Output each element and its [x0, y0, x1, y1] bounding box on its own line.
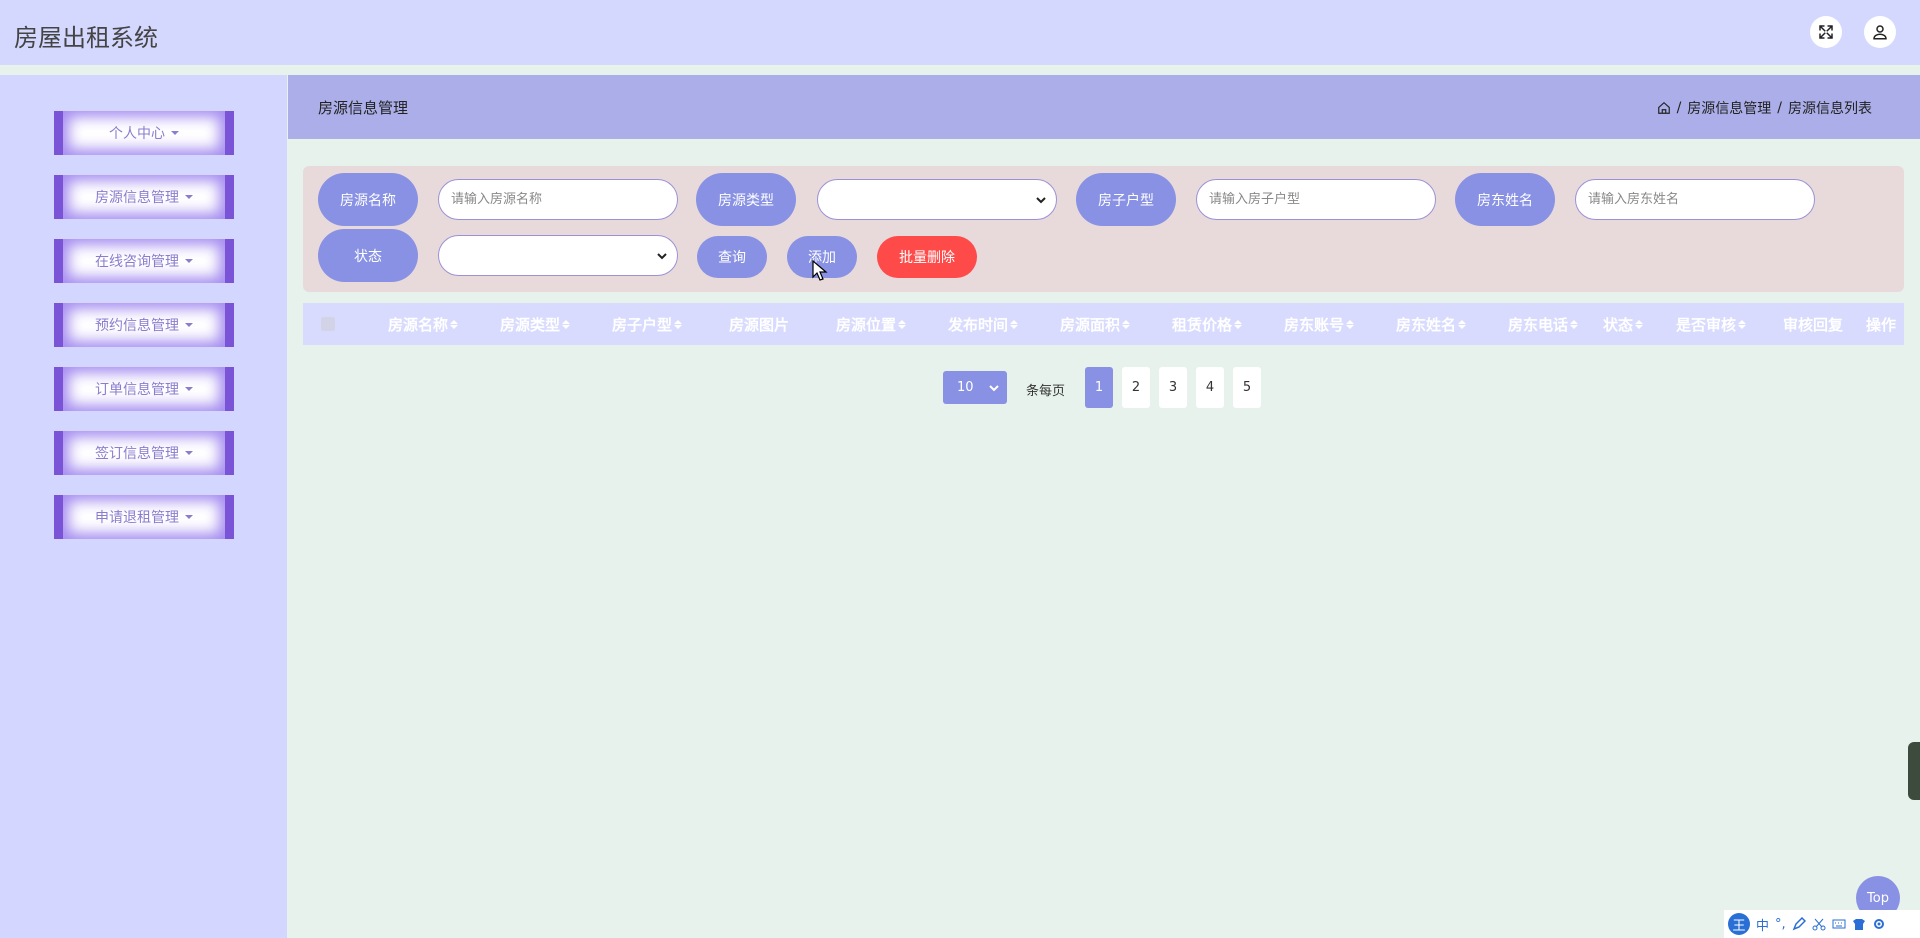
- sort-icon: [1738, 319, 1746, 329]
- search-panel: 房源名称 房源类型 房子户型 房东姓名 状态 查询 添加 批量删除: [303, 166, 1904, 292]
- sidebar-item-label: 签订信息管理: [95, 446, 179, 462]
- sidebar-item-label: 在线咨询管理: [95, 254, 179, 270]
- sidebar-item-personal-center[interactable]: 个人中心: [54, 111, 234, 155]
- sort-icon: [674, 319, 682, 329]
- caret-down-icon: [185, 387, 193, 391]
- gear-icon[interactable]: [1872, 917, 1886, 931]
- keyboard-icon[interactable]: [1832, 917, 1846, 931]
- sort-icon: [562, 319, 570, 329]
- caret-down-icon: [185, 451, 193, 455]
- sort-icon: [450, 319, 458, 329]
- sidebar-item-label: 订单信息管理: [95, 382, 179, 398]
- status-label: 状态: [318, 229, 418, 282]
- sort-icon: [1458, 319, 1466, 329]
- column-audit-reply: 审核回复: [1782, 315, 1843, 334]
- sidebar-item-label: 预约信息管理: [95, 318, 179, 334]
- column-house-type[interactable]: 房源类型: [479, 303, 591, 345]
- page-3-button[interactable]: 3: [1159, 367, 1187, 408]
- skin-icon[interactable]: [1852, 917, 1866, 931]
- page-1-button[interactable]: 1: [1085, 367, 1113, 408]
- page-title: 房源信息管理: [318, 99, 409, 117]
- query-button[interactable]: 查询: [697, 236, 767, 278]
- caret-down-icon: [185, 515, 193, 519]
- sidebar-item-label: 申请退租管理: [95, 510, 179, 526]
- ime-logo[interactable]: 王: [1728, 913, 1750, 935]
- column-actions: 操作: [1865, 315, 1896, 334]
- column-rent-price[interactable]: 租赁价格: [1151, 303, 1263, 345]
- house-type-label: 房源类型: [696, 173, 796, 226]
- app-header: 房屋出租系统: [0, 0, 1920, 67]
- select-all-checkbox[interactable]: [321, 317, 335, 331]
- sidebar-item-order[interactable]: 订单信息管理: [54, 367, 234, 411]
- sort-icon: [1122, 319, 1130, 329]
- caret-down-icon: [185, 195, 193, 199]
- batch-delete-button[interactable]: 批量删除: [877, 236, 977, 278]
- column-house-image: 房源图片: [728, 315, 789, 334]
- chevron-down-icon: [1036, 196, 1046, 203]
- sidebar-item-contract[interactable]: 签订信息管理: [54, 431, 234, 475]
- breadcrumb-item[interactable]: 房源信息管理: [1687, 98, 1771, 118]
- house-layout-input[interactable]: [1196, 179, 1436, 220]
- user-button[interactable]: [1864, 16, 1896, 48]
- house-layout-label: 房子户型: [1076, 173, 1176, 226]
- ime-mode-toggle[interactable]: 中: [1756, 915, 1769, 934]
- side-tab-handle[interactable]: [1908, 742, 1920, 800]
- fullscreen-icon: [1819, 25, 1833, 39]
- table-header: 房源名称 房源类型 房子户型 房源图片 房源位置 发布时间 房源面积 租赁价格 …: [303, 303, 1904, 345]
- sidebar-item-label: 个人中心: [109, 126, 165, 142]
- scissors-icon[interactable]: [1812, 917, 1826, 931]
- column-house-name[interactable]: 房源名称: [367, 303, 479, 345]
- page-5-button[interactable]: 5: [1233, 367, 1261, 408]
- sort-icon: [1234, 319, 1242, 329]
- page-4-button[interactable]: 4: [1196, 367, 1224, 408]
- mouse-cursor-icon: [812, 260, 828, 281]
- sidebar-item-appointment[interactable]: 预约信息管理: [54, 303, 234, 347]
- home-icon[interactable]: [1657, 101, 1671, 115]
- per-page-label: 条每页: [1026, 384, 1066, 399]
- sidebar-item-consult[interactable]: 在线咨询管理: [54, 239, 234, 283]
- caret-down-icon: [171, 131, 179, 135]
- status-select[interactable]: [438, 235, 678, 276]
- sidebar-item-label: 房源信息管理: [95, 190, 179, 206]
- house-type-select[interactable]: [817, 179, 1057, 220]
- column-house-layout[interactable]: 房子户型: [591, 303, 703, 345]
- punctuation-icon[interactable]: °,: [1775, 917, 1786, 932]
- page-2-button[interactable]: 2: [1122, 367, 1150, 408]
- column-status[interactable]: 状态: [1583, 303, 1663, 345]
- column-audit[interactable]: 是否审核: [1661, 303, 1761, 345]
- sidebar-item-house-info[interactable]: 房源信息管理: [54, 175, 234, 219]
- sort-icon: [898, 319, 906, 329]
- column-house-location[interactable]: 房源位置: [815, 303, 927, 345]
- breadcrumb: / 房源信息管理 / 房源信息列表: [1657, 98, 1872, 118]
- house-name-label: 房源名称: [318, 173, 418, 226]
- sort-icon: [1346, 319, 1354, 329]
- sort-icon: [1570, 319, 1578, 329]
- landlord-name-label: 房东姓名: [1455, 173, 1555, 226]
- ime-toolbar: 王 中 °,: [1724, 910, 1920, 938]
- column-house-area[interactable]: 房源面积: [1039, 303, 1151, 345]
- pen-icon[interactable]: [1792, 917, 1806, 931]
- chevron-down-icon: [989, 385, 999, 392]
- breadcrumb-item-current: 房源信息列表: [1788, 101, 1872, 117]
- house-name-input[interactable]: [438, 179, 678, 220]
- sidebar: 个人中心 房源信息管理 在线咨询管理 预约信息管理 订单信息管理 签订信息管理 …: [0, 75, 287, 938]
- caret-down-icon: [185, 259, 193, 263]
- sort-icon: [1635, 319, 1643, 329]
- column-landlord-account[interactable]: 房东账号: [1263, 303, 1375, 345]
- caret-down-icon: [185, 323, 193, 327]
- page-size-select[interactable]: 10: [943, 371, 1007, 404]
- landlord-name-input[interactable]: [1575, 179, 1815, 220]
- user-icon: [1873, 25, 1887, 40]
- column-landlord-name[interactable]: 房东姓名: [1375, 303, 1487, 345]
- app-title: 房屋出租系统: [14, 24, 158, 52]
- chevron-down-icon: [657, 252, 667, 259]
- content-topbar: 房源信息管理 / 房源信息管理 / 房源信息列表: [288, 75, 1920, 139]
- column-publish-time[interactable]: 发布时间: [927, 303, 1039, 345]
- sort-icon: [1010, 319, 1018, 329]
- fullscreen-button[interactable]: [1810, 16, 1842, 48]
- sidebar-item-checkout[interactable]: 申请退租管理: [54, 495, 234, 539]
